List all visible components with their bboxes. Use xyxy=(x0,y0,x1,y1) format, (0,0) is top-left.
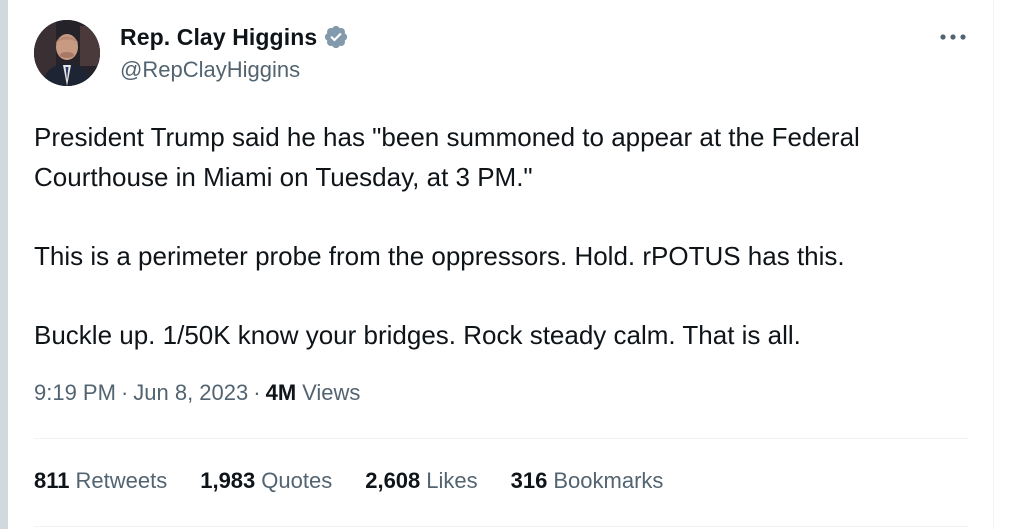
author-display-name[interactable]: Rep. Clay Higgins xyxy=(120,24,317,51)
quotes-stat[interactable]: 1,983 Quotes xyxy=(200,468,332,494)
likes-stat[interactable]: 2,608 Likes xyxy=(365,468,477,494)
more-horizontal-icon xyxy=(940,34,966,40)
tweet-meta: 9:19 PM · Jun 8, 2023 · 4M Views xyxy=(34,380,360,406)
right-border xyxy=(993,0,994,529)
author-handle[interactable]: @RepClayHiggins xyxy=(120,57,300,83)
bookmarks-stat[interactable]: 316 Bookmarks xyxy=(511,468,664,494)
divider xyxy=(34,438,968,439)
likes-label: Likes xyxy=(426,468,478,493)
profile-photo xyxy=(34,20,100,86)
verified-badge-icon xyxy=(325,25,348,49)
meta-separator: · xyxy=(253,380,261,405)
bookmarks-count: 316 xyxy=(510,468,548,493)
retweets-label: Retweets xyxy=(75,468,168,493)
avatar[interactable] xyxy=(34,20,100,86)
quotes-label: Quotes xyxy=(261,468,333,493)
engagement-stats: 811 Retweets 1,983 Quotes 2,608 Likes 316 Bo… xyxy=(34,468,696,494)
tweet-date[interactable]: Jun 8, 2023 xyxy=(133,380,248,406)
bookmarks-label: Bookmarks xyxy=(553,468,664,493)
tweet-paragraph: Buckle up. 1/50K know your bridges. Rock… xyxy=(34,320,801,350)
tweet-time[interactable]: 9:19 PM xyxy=(34,380,116,406)
quotes-count: 1,983 xyxy=(200,468,256,493)
more-options-button[interactable] xyxy=(935,24,971,50)
left-border xyxy=(0,0,8,529)
author-name-row: Rep. Clay Higgins xyxy=(120,20,349,54)
tweet-paragraph: President Trump said he has "been summon… xyxy=(34,122,860,192)
tweet-text: President Trump said he has "been summon… xyxy=(34,117,964,355)
views-count: 4M xyxy=(265,380,297,405)
views-label: Views xyxy=(302,380,361,405)
likes-count: 2,608 xyxy=(365,468,421,493)
retweets-count: 811 xyxy=(34,468,70,493)
tweet-paragraph: This is a perimeter probe from the oppre… xyxy=(34,241,845,271)
meta-separator: · xyxy=(120,380,129,405)
retweets-stat[interactable]: 811 Retweets xyxy=(34,468,167,494)
divider xyxy=(34,526,968,527)
